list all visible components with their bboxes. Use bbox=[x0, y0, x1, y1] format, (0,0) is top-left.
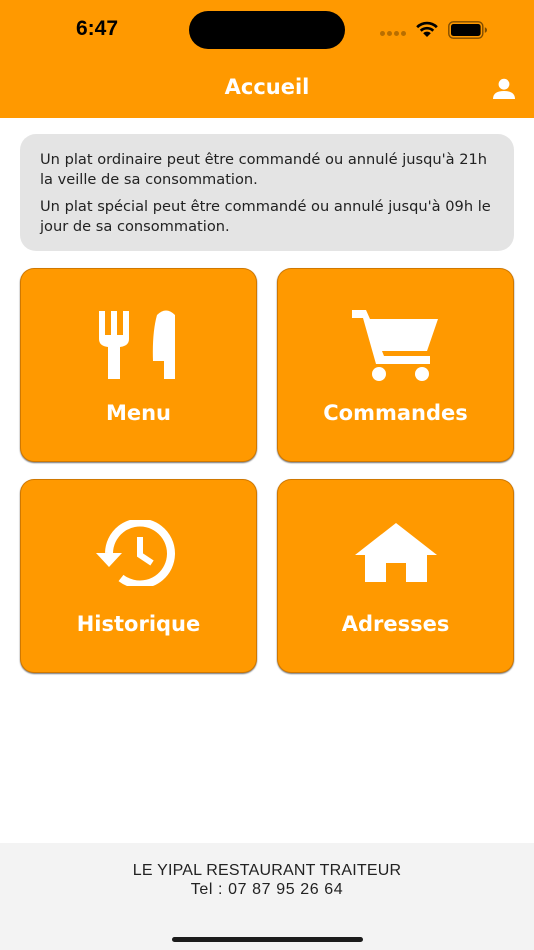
restaurant-name: LE YIPAL RESTAURANT TRAITEUR bbox=[132, 862, 402, 879]
battery-icon bbox=[448, 21, 487, 39]
dynamic-island bbox=[189, 11, 345, 49]
footer: LE YIPAL RESTAURANT TRAITEUR Tel : 07 87… bbox=[0, 843, 534, 950]
home-indicator[interactable] bbox=[172, 937, 363, 942]
historique-label: Historique bbox=[76, 612, 201, 636]
history-icon bbox=[95, 520, 175, 586]
menu-label: Menu bbox=[105, 401, 172, 425]
info-ordinary-dish: Un plat ordinaire peut être commandé ou … bbox=[40, 151, 488, 188]
person-icon[interactable] bbox=[491, 78, 517, 100]
menu-tile[interactable]: Menu bbox=[20, 268, 257, 462]
historique-tile[interactable]: Historique bbox=[20, 479, 257, 673]
adresses-label: Adresses bbox=[341, 612, 450, 636]
app-header: 6:47 Accueil bbox=[0, 0, 534, 118]
adresses-tile[interactable]: Adresses bbox=[277, 479, 514, 673]
wifi-icon bbox=[416, 21, 438, 37]
fork-knife-icon bbox=[98, 310, 175, 379]
commandes-tile[interactable]: Commandes bbox=[277, 268, 514, 462]
info-notice: Un plat ordinaire peut être commandé ou … bbox=[20, 134, 514, 251]
home-icon bbox=[354, 523, 437, 582]
status-time: 6:47 bbox=[76, 17, 119, 40]
commandes-label: Commandes bbox=[323, 401, 468, 425]
restaurant-phone[interactable]: Tel : 07 87 95 26 64 bbox=[0, 881, 534, 899]
page-title: Accueil bbox=[224, 75, 310, 99]
cart-icon bbox=[351, 310, 438, 381]
info-special-dish: Un plat spécial peut être commandé ou an… bbox=[40, 198, 491, 235]
signal-icon bbox=[380, 31, 408, 37]
